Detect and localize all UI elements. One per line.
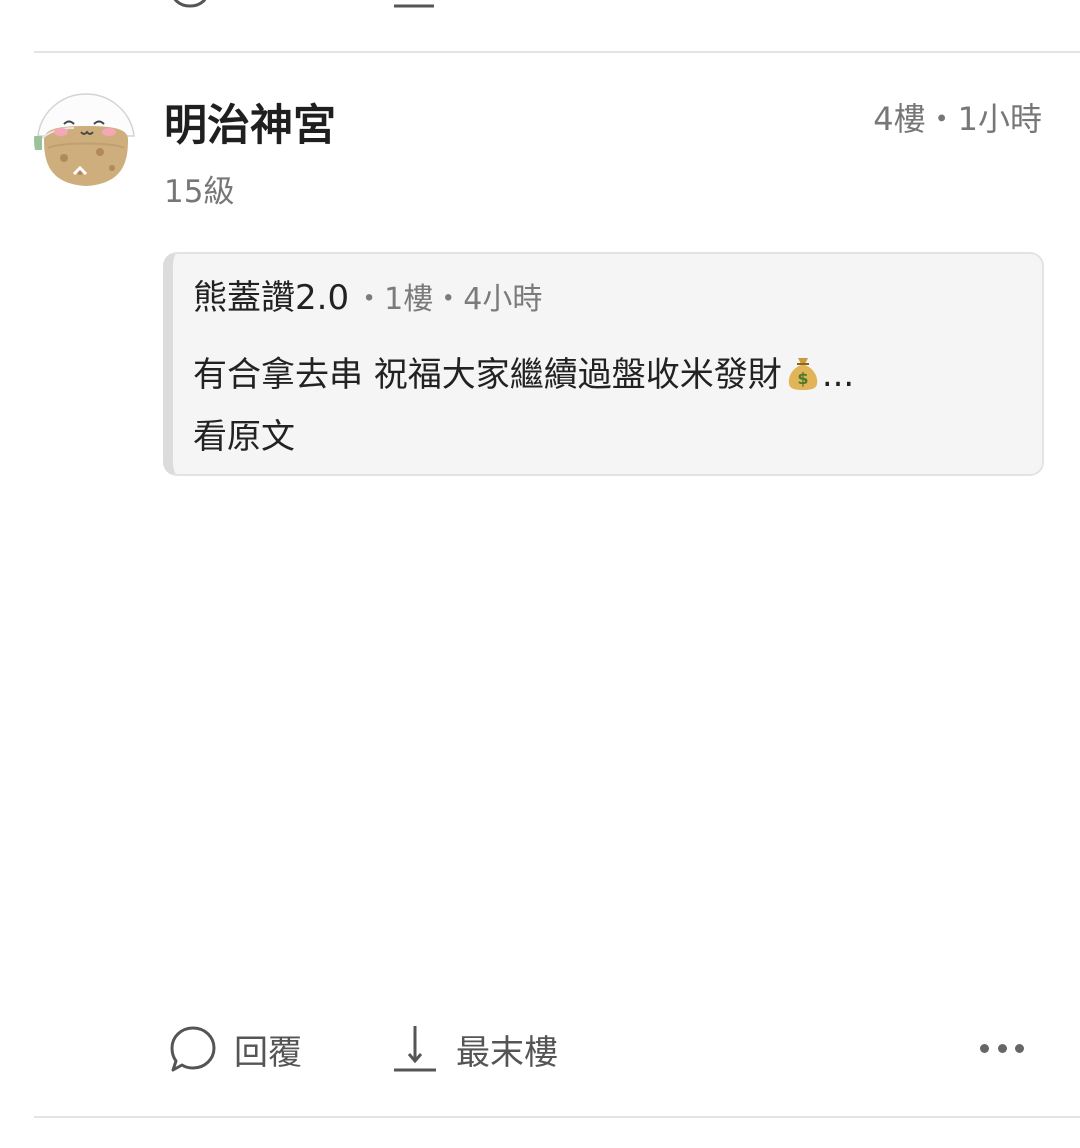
arrow-down-to-line-icon	[394, 1026, 436, 1072]
reply-button[interactable]: 回覆	[168, 1024, 302, 1074]
last-floor-label: 最末樓	[456, 1032, 558, 1073]
more-options-icon[interactable]	[980, 1034, 1024, 1062]
divider	[34, 1116, 1080, 1118]
previous-post-actions	[0, 0, 1080, 10]
view-original-link[interactable]: 看原文	[193, 406, 1013, 468]
quote-time: 4小時	[463, 282, 543, 317]
reply-label: 回覆	[234, 1032, 302, 1073]
dot	[997, 1043, 1007, 1053]
divider	[34, 51, 1080, 53]
post-time: 1小時	[957, 100, 1042, 138]
quote-author-name: 熊蓋讚2.0	[193, 278, 350, 318]
quote-header: 熊蓋讚2.0 ・1樓・4小時	[193, 276, 542, 326]
quote-meta: ・1樓・4小時	[354, 282, 543, 317]
money-bag-icon: $	[786, 354, 820, 392]
last-floor-button[interactable]: 最末樓	[390, 1024, 558, 1074]
dot	[1015, 1043, 1024, 1053]
author-level: 15級	[164, 174, 235, 210]
speech-bubble-icon	[170, 1026, 216, 1072]
avatar[interactable]	[34, 88, 138, 192]
quoted-reply[interactable]: 熊蓋讚2.0 ・1樓・4小時 有合拿去串 祝福大家繼續過盤收米發財 $ ... …	[163, 252, 1044, 476]
floor-number: 4樓	[873, 100, 926, 138]
svg-text:$: $	[797, 369, 808, 388]
quote-text: 有合拿去串 祝福大家繼續過盤收米發財	[193, 355, 782, 395]
post-author-name[interactable]: 明治神宮	[164, 98, 336, 154]
reply-icon[interactable]	[168, 0, 212, 10]
quote-floor: 1樓	[384, 282, 434, 317]
quote-ellipsis: ...	[821, 355, 855, 395]
meta-separator: ・	[925, 100, 958, 138]
quote-body: 有合拿去串 祝福大家繼續過盤收米發財 $ ... 看原文	[193, 344, 1013, 468]
dot	[980, 1043, 989, 1053]
arrow-down-icon[interactable]	[390, 0, 438, 10]
post-meta: 4樓・1小時	[873, 98, 1042, 140]
